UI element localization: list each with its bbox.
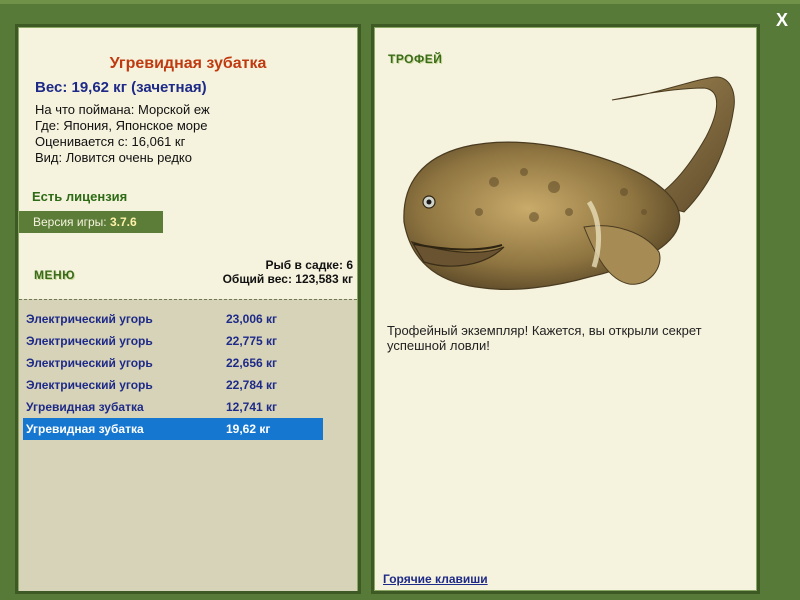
catch-row[interactable]: Угревидная зубатка 12,741 кг bbox=[23, 396, 323, 418]
catch-location: Где: Япония, Японское море bbox=[35, 118, 208, 133]
catch-list: Электрический угорь 23,006 кг Электричес… bbox=[19, 299, 357, 591]
catch-row[interactable]: Электрический угорь 22,784 кг bbox=[23, 374, 323, 396]
fish-weight: Вес: 19,62 кг (зачетная) bbox=[35, 79, 207, 96]
fish-title: Угревидная зубатка bbox=[109, 55, 267, 72]
catch-name: Угревидная зубатка bbox=[26, 400, 144, 414]
keepnet-count: Рыб в садке: 6 bbox=[265, 258, 353, 272]
catch-name: Электрический угорь bbox=[26, 356, 153, 370]
catch-row[interactable]: Электрический угорь 22,656 кг bbox=[23, 352, 323, 374]
caught-on: На что поймана: Морской еж bbox=[35, 102, 210, 117]
catch-name: Электрический угорь bbox=[26, 378, 153, 392]
version-bar: Версия игры: 3.7.6 bbox=[19, 211, 163, 233]
hotkeys-link[interactable]: Горячие клавиши bbox=[383, 572, 488, 586]
trophy-message: Трофейный экземпляр! Кажется, вы открыли… bbox=[387, 323, 702, 353]
catch-name: Электрический угорь bbox=[26, 334, 153, 348]
fish-details: На что поймана: Морской еж Где: Япония, … bbox=[35, 102, 210, 166]
catch-row[interactable]: Электрический угорь 23,006 кг bbox=[23, 308, 323, 330]
game-window: X Угревидная зубатка Вес: 19,62 кг (заче… bbox=[0, 0, 800, 600]
catch-weight: 22,784 кг bbox=[226, 378, 278, 392]
close-button[interactable]: X bbox=[772, 10, 792, 30]
keepnet-total: Общий вес: 123,583 кг bbox=[222, 272, 353, 286]
keepnet-summary: Рыб в садке: 6 Общий вес: 123,583 кг bbox=[223, 258, 353, 286]
catch-weight: 12,741 кг bbox=[226, 400, 278, 414]
fish-image bbox=[403, 76, 735, 290]
version-label: Версия игры: bbox=[33, 215, 107, 229]
catch-name: Электрический угорь bbox=[26, 312, 153, 326]
catch-weight: 22,775 кг bbox=[226, 334, 278, 348]
catch-weight: 19,62 кг bbox=[226, 422, 271, 436]
catch-row[interactable]: Электрический угорь 22,775 кг bbox=[23, 330, 323, 352]
version-value: 3.7.6 bbox=[109, 215, 137, 229]
catch-weight: 23,006 кг bbox=[226, 312, 278, 326]
catch-row-selected[interactable]: Угревидная зубатка 19,62 кг bbox=[23, 418, 323, 440]
catch-name: Угревидная зубатка bbox=[26, 422, 144, 436]
rated-from: Оценивается с: 16,061 кг bbox=[35, 134, 186, 149]
menu-button[interactable]: МЕНЮ bbox=[34, 268, 75, 282]
fish-info-panel: Угревидная зубатка Вес: 19,62 кг (зачетн… bbox=[15, 24, 361, 594]
rarity: Вид: Ловится очень редко bbox=[35, 150, 192, 165]
trophy-panel: ТРОФЕЙ Трофейный экземпляр! Кажется, вы … bbox=[371, 24, 760, 594]
license-status: Есть лицензия bbox=[32, 189, 128, 204]
catch-weight: 22,656 кг bbox=[226, 356, 278, 370]
